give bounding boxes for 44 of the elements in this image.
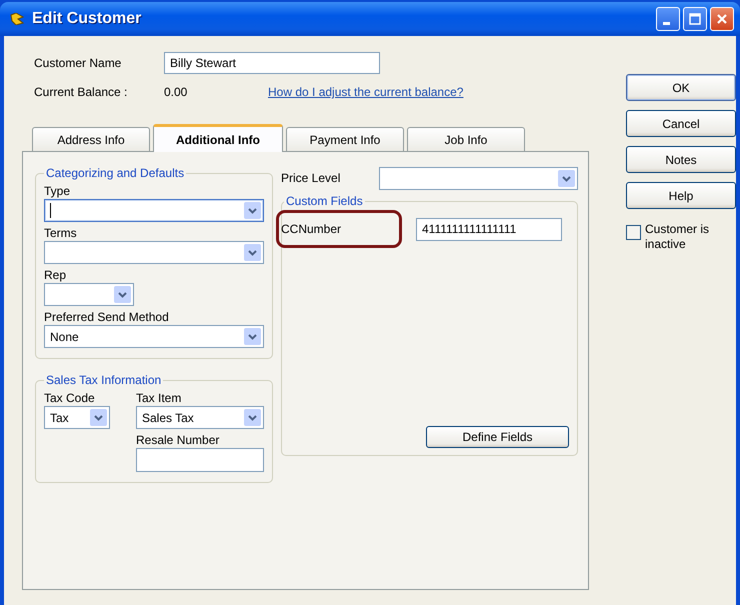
group-title: Sales Tax Information — [45, 373, 162, 387]
app-icon — [10, 13, 24, 25]
window-title: Edit Customer — [32, 10, 142, 28]
group-title: Custom Fields — [285, 194, 364, 208]
field-label: Tax Code — [44, 390, 96, 406]
dialog-button[interactable]: OK — [626, 74, 736, 101]
checkbox-label: Customer is inactive — [645, 222, 710, 252]
customer-name-label: Customer Name — [34, 56, 122, 70]
field-label: Type — [44, 183, 72, 199]
dropdown-field[interactable] — [44, 283, 134, 306]
dropdown-field[interactable]: Tax — [44, 406, 110, 429]
dialog-button[interactable]: Notes — [626, 146, 736, 173]
custom-field-label: CCNumber — [276, 210, 402, 248]
dialog-button[interactable]: Cancel — [626, 110, 736, 137]
current-balance-label: Current Balance : — [34, 85, 128, 99]
field-label: Terms — [44, 225, 78, 241]
group-title: Categorizing and Defaults — [45, 166, 186, 180]
price-level-label: Price Level — [281, 171, 342, 185]
field-label: Resale Number — [136, 432, 220, 448]
price-level-dropdown[interactable] — [379, 166, 578, 190]
tab[interactable]: Payment Info — [286, 127, 404, 151]
field-label: Rep — [44, 267, 68, 283]
dropdown-field[interactable]: Sales Tax — [136, 406, 264, 429]
dropdown-field[interactable] — [44, 199, 264, 222]
tab[interactable]: Address Info — [32, 127, 150, 151]
dialog-button[interactable]: Help — [626, 182, 736, 209]
minimize-icon — [662, 22, 670, 24]
dropdown-field[interactable] — [44, 241, 264, 264]
dropdown-field[interactable]: None — [44, 325, 264, 348]
maximize-icon — [689, 13, 701, 25]
field-label: Preferred Send Method — [44, 309, 170, 325]
close-icon — [716, 13, 728, 25]
resale-number-field[interactable] — [136, 448, 264, 472]
custom-field-input[interactable]: 4111111111111111 — [416, 218, 562, 240]
customer-name-field[interactable]: Billy Stewart — [164, 52, 380, 74]
close-button[interactable] — [710, 7, 734, 31]
minimize-button[interactable] — [656, 7, 680, 31]
adjust-balance-link[interactable]: How do I adjust the current balance? — [268, 85, 464, 99]
maximize-button[interactable] — [683, 7, 707, 31]
tab[interactable]: Additional Info — [153, 124, 283, 152]
current-balance-value: 0.00 — [164, 85, 188, 99]
define-fields-button[interactable]: Define Fields — [426, 426, 569, 448]
tab[interactable]: Job Info — [407, 127, 525, 151]
field-label: Tax Item — [136, 390, 182, 406]
